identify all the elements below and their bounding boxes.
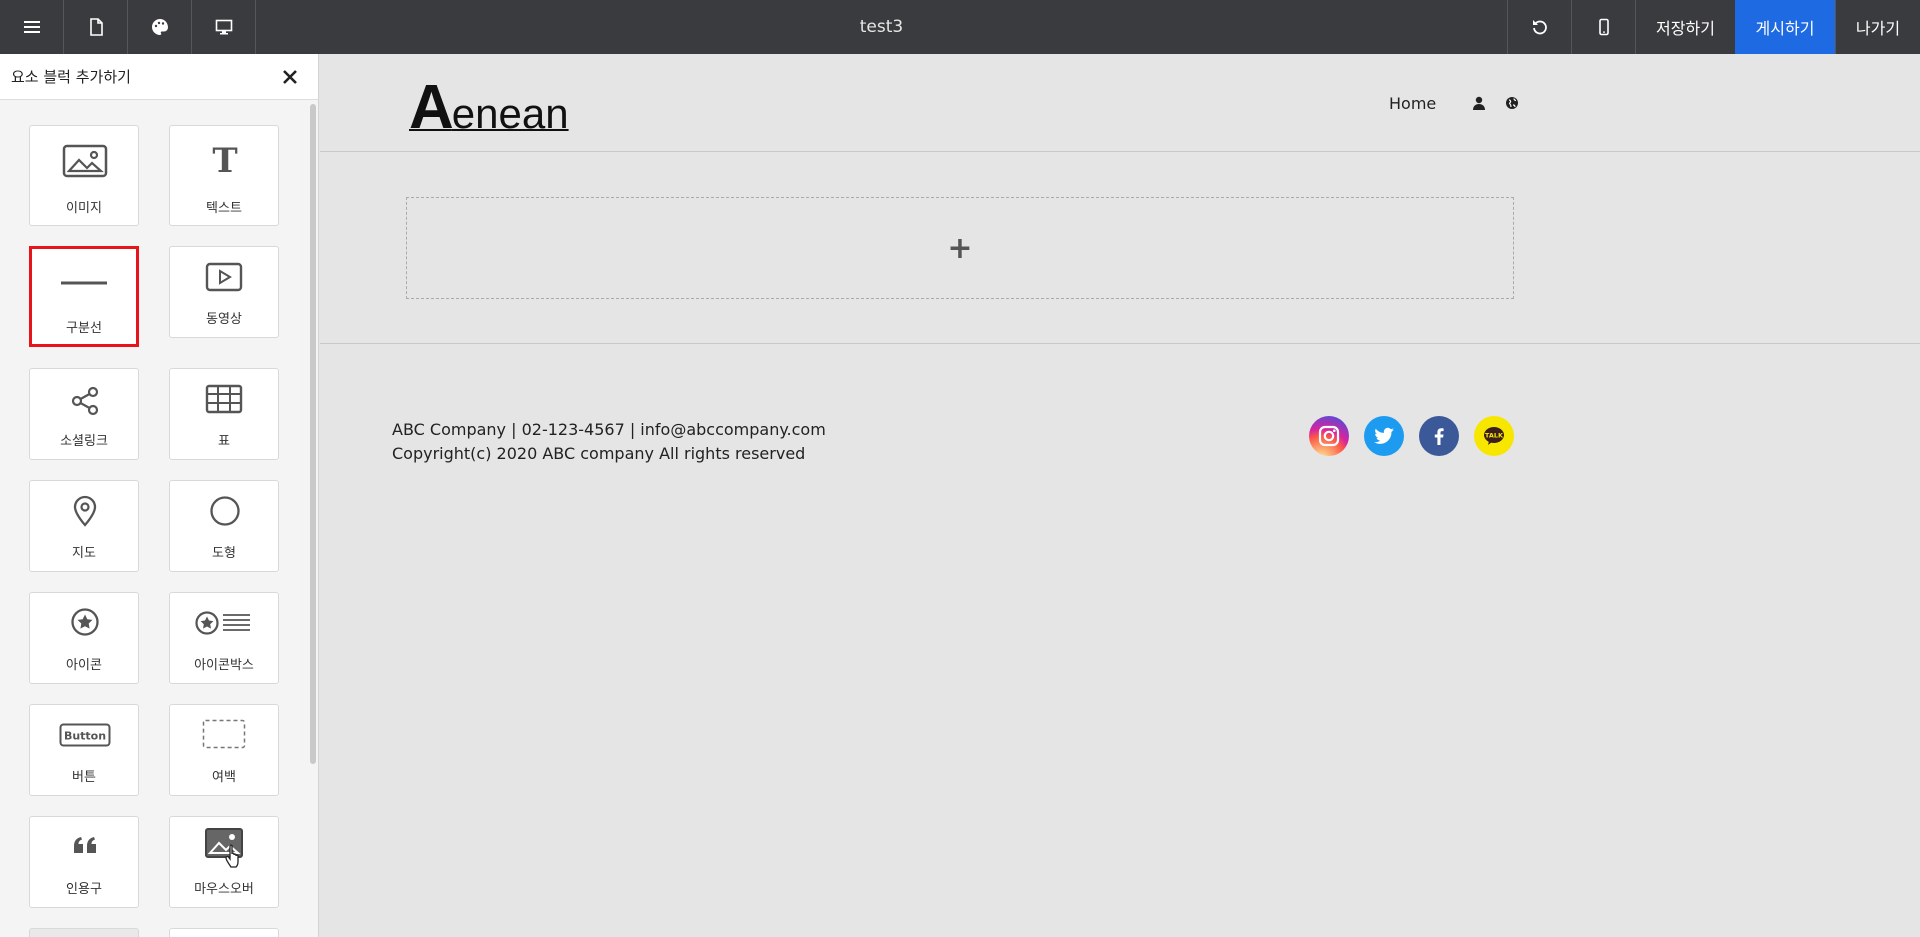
- table-icon: [205, 384, 243, 414]
- add-block-area[interactable]: +: [406, 197, 1514, 299]
- add-block-panel: 요소 블럭 추가하기 이미지 T 텍스트 구분선 동영상 소셜링크 표 지도 도…: [0, 54, 319, 937]
- tile-label: 구분선: [66, 321, 102, 336]
- circle-icon: [210, 496, 240, 526]
- instagram-link[interactable]: [1309, 416, 1349, 456]
- panel-header: 요소 블럭 추가하기: [0, 54, 318, 100]
- tile-video[interactable]: 동영상: [169, 246, 279, 338]
- image-icon: [62, 144, 108, 178]
- editor-canvas: Aenean Home + ABC Company | 02-123-4567 …: [320, 54, 1920, 937]
- toolbar-left-group: [0, 0, 256, 54]
- tile-label: 동영상: [206, 312, 242, 327]
- instagram-icon: [1318, 425, 1340, 447]
- divider-icon: [61, 281, 107, 285]
- publish-button[interactable]: 게시하기: [1735, 0, 1835, 54]
- theme-button[interactable]: [128, 0, 192, 54]
- tile-table[interactable]: 표: [169, 368, 279, 460]
- tile-mouseover[interactable]: 마우스오버: [169, 816, 279, 908]
- nav-home-link[interactable]: Home: [1389, 94, 1436, 113]
- tile-map[interactable]: 지도: [29, 480, 139, 572]
- button-icon-text: Button: [64, 730, 106, 743]
- exit-button[interactable]: 나가기: [1835, 0, 1920, 54]
- twitter-link[interactable]: [1364, 416, 1404, 456]
- text-icon: T: [212, 142, 237, 178]
- tile-quote[interactable]: 인용구: [29, 816, 139, 908]
- panel-scrollbar[interactable]: [310, 104, 316, 764]
- tile-divider[interactable]: 구분선: [29, 246, 139, 347]
- add-block-plus: +: [947, 230, 973, 266]
- tile-label: 소셜링크: [60, 434, 108, 449]
- svg-text:T: T: [212, 142, 237, 178]
- map-pin-icon: [73, 495, 97, 527]
- facebook-link[interactable]: [1419, 416, 1459, 456]
- globe-icon[interactable]: [1505, 96, 1519, 110]
- toolbar-right-group: 저장하기 게시하기 나가기: [1507, 0, 1920, 54]
- share-icon: [71, 386, 99, 416]
- page-button[interactable]: [64, 0, 128, 54]
- tile-shape[interactable]: 도형: [169, 480, 279, 572]
- tile-partial[interactable]: [29, 928, 139, 937]
- tile-label: 여백: [212, 770, 236, 785]
- file-icon: [89, 18, 103, 36]
- tile-label: 도형: [212, 546, 236, 561]
- desktop-preview-button[interactable]: [192, 0, 256, 54]
- site-logo[interactable]: Aenean: [409, 72, 569, 143]
- kakaotalk-link[interactable]: TALK: [1474, 416, 1514, 456]
- tile-label: 아이콘박스: [194, 658, 254, 673]
- twitter-icon: [1374, 427, 1394, 444]
- facebook-icon: [1434, 428, 1444, 445]
- palette-icon: [151, 19, 168, 35]
- tile-label: 인용구: [66, 882, 102, 897]
- document-title: test3: [859, 17, 904, 37]
- kakaotalk-icon: TALK: [1484, 427, 1504, 445]
- site-header: Aenean Home: [320, 54, 1920, 152]
- footer-copyright: Copyright(c) 2020 ABC company All rights…: [392, 444, 806, 463]
- top-toolbar: test3 저장하기 게시하기 나가기: [0, 0, 1920, 54]
- mobile-icon: [1598, 18, 1609, 36]
- video-icon: [205, 262, 243, 292]
- tile-image[interactable]: 이미지: [29, 125, 139, 226]
- tile-icon-box[interactable]: 아이콘박스: [169, 592, 279, 684]
- quote-icon: [74, 837, 96, 853]
- monitor-icon: [215, 19, 232, 35]
- tile-label: 버튼: [72, 770, 96, 785]
- footer-company-info: ABC Company | 02-123-4567 | info@abccomp…: [392, 420, 826, 439]
- tile-label: 텍스트: [206, 201, 242, 216]
- tile-icon[interactable]: 아이콘: [29, 592, 139, 684]
- close-icon: [283, 69, 297, 84]
- spacer-icon: [202, 719, 246, 749]
- hamburger-menu-icon: [23, 21, 40, 33]
- icon-box-icon: [195, 611, 250, 635]
- close-panel-button[interactable]: [280, 67, 300, 87]
- tile-partial[interactable]: [169, 928, 279, 937]
- tile-spacer[interactable]: 여백: [169, 704, 279, 796]
- save-button[interactable]: 저장하기: [1635, 0, 1735, 54]
- panel-title: 요소 블럭 추가하기: [11, 68, 131, 86]
- kakaotalk-text: TALK: [1485, 432, 1504, 440]
- logo-initial: A: [409, 73, 454, 142]
- mobile-preview-button[interactable]: [1571, 0, 1635, 54]
- tile-label: 지도: [72, 546, 96, 561]
- tile-label: 아이콘: [66, 658, 102, 673]
- tile-text[interactable]: T 텍스트: [169, 125, 279, 226]
- tile-button[interactable]: Button 버튼: [29, 704, 139, 796]
- logo-text: enean: [451, 90, 569, 137]
- section-divider: [320, 343, 1920, 344]
- mouseover-icon: [205, 828, 243, 868]
- undo-button[interactable]: [1507, 0, 1571, 54]
- tile-label: 이미지: [66, 201, 102, 216]
- tile-social-link[interactable]: 소셜링크: [29, 368, 139, 460]
- tile-label: 마우스오버: [194, 882, 254, 897]
- undo-icon: [1532, 20, 1547, 35]
- user-icon[interactable]: [1472, 96, 1486, 110]
- button-icon: Button: [59, 723, 111, 747]
- menu-button[interactable]: [0, 0, 64, 54]
- star-circle-icon: [71, 608, 99, 636]
- tile-label: 표: [218, 434, 230, 449]
